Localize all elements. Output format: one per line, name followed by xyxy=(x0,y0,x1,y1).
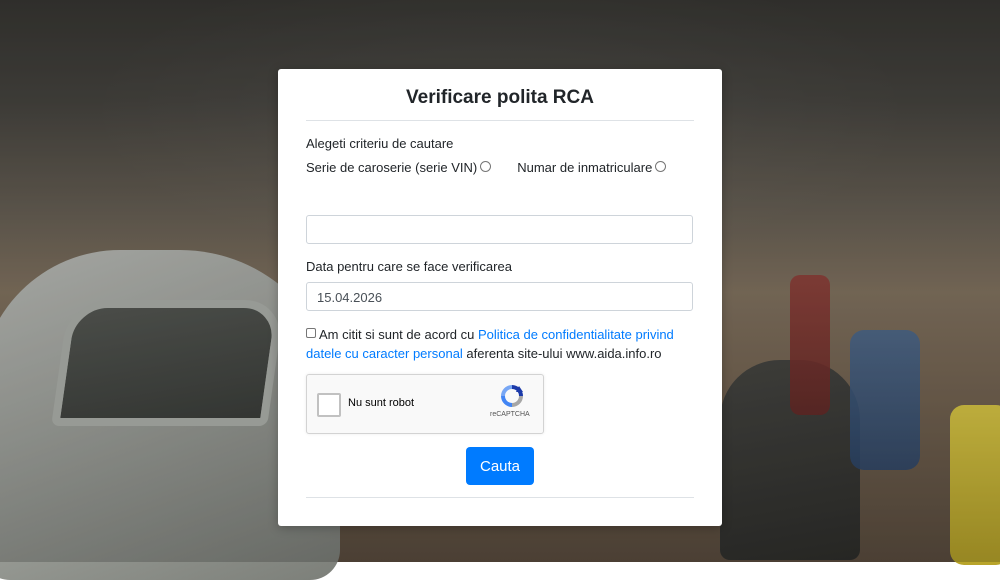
search-input[interactable] xyxy=(306,215,693,244)
recaptcha-checkbox[interactable] xyxy=(317,393,341,417)
date-label: Data pentru care se face verificarea xyxy=(306,259,512,274)
radio-vin[interactable] xyxy=(480,161,492,172)
radio-option-plate[interactable]: Numar de inmatriculare xyxy=(517,160,667,175)
recaptcha-logo-icon xyxy=(501,385,523,407)
criteria-radio-group: Serie de caroserie (serie VIN) Numar de … xyxy=(306,160,667,175)
date-input[interactable]: 15.04.2026 xyxy=(306,282,693,311)
title-divider xyxy=(306,120,694,121)
consent-text-before: Am citit si sunt de acord cu xyxy=(319,327,478,342)
radio-label-vin: Serie de caroserie (serie VIN) xyxy=(306,160,478,175)
recaptcha-label: Nu sunt robot xyxy=(348,397,415,409)
radio-option-vin[interactable]: Serie de caroserie (serie VIN) xyxy=(306,160,492,175)
criteria-label: Alegeti criteriu de cautare xyxy=(306,136,454,151)
consent-text: Am citit si sunt de acord cu Politica de… xyxy=(306,325,696,363)
consent-text-after: aferenta site-ului www.aida.info.ro xyxy=(462,346,662,361)
verification-card: Verificare polita RCA Alegeti criteriu d… xyxy=(278,69,722,526)
radio-plate[interactable] xyxy=(655,161,667,172)
recaptcha-brand: reCAPTCHA xyxy=(490,411,530,418)
page-title: Verificare polita RCA xyxy=(406,87,594,108)
footer-divider xyxy=(306,497,694,498)
search-button[interactable]: Cauta xyxy=(466,447,534,485)
consent-checkbox[interactable] xyxy=(306,328,316,338)
recaptcha-widget: Nu sunt robot reCAPTCHA xyxy=(306,374,544,434)
radio-label-plate: Numar de inmatriculare xyxy=(517,160,653,175)
